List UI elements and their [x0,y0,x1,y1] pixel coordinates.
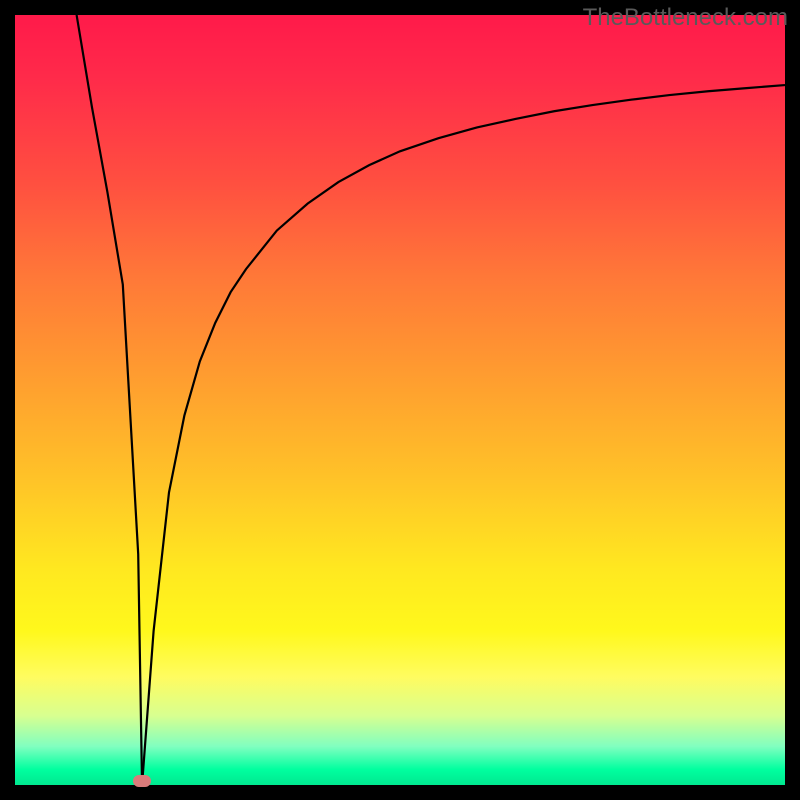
chart-curve [15,15,785,785]
curve-left-branch [77,15,142,785]
chart-plot-area [15,15,785,785]
watermark-text: TheBottleneck.com [583,4,788,32]
curve-right-branch [142,85,785,785]
minimum-marker [133,775,151,787]
